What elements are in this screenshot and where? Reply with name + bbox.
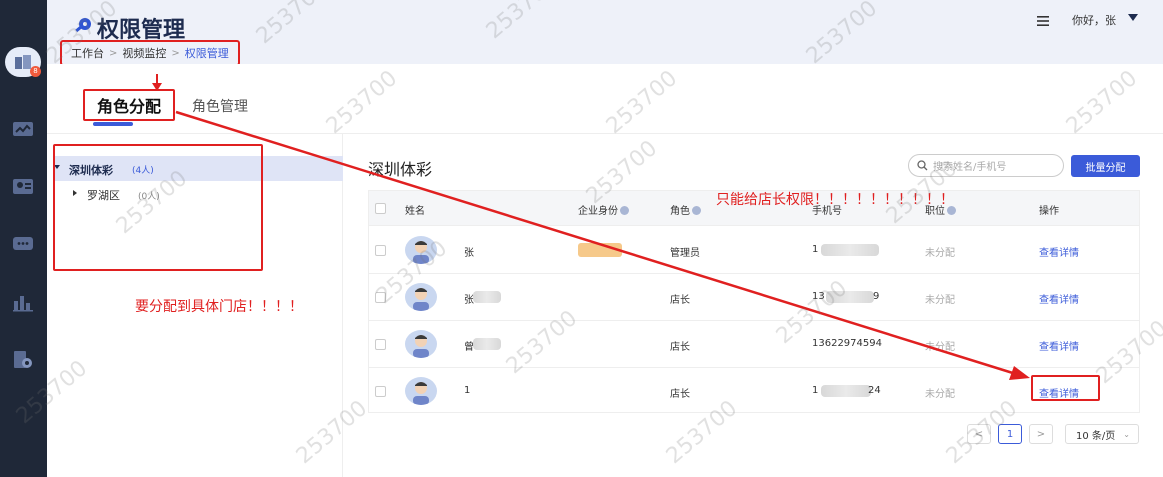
breadcrumb-item-current: 权限管理 [184,47,229,60]
menu-icon[interactable] [1037,12,1049,31]
breadcrumb: 工作台 > 视频监控 > 权限管理 [60,40,240,66]
info-icon[interactable] [692,206,701,215]
page-size-select[interactable]: 10 条/页 ⌄ [1065,424,1139,444]
page-number-current[interactable]: 1 [998,424,1022,444]
redacted-phone [826,291,874,303]
identity-tag [578,243,622,257]
search-placeholder: 搜索姓名/手机号 [933,162,1007,173]
row-checkbox[interactable] [375,245,386,256]
member-table: 姓名 企业身份 角色 手机号 职位 操作 张 管理员 1 未分配 查看详情 张 … [368,190,1140,413]
select-all-checkbox[interactable] [375,203,386,214]
chevron-down-icon: ⌄ [1123,430,1130,439]
member-position: 未分配 [925,248,955,259]
avatar [405,377,437,405]
member-phone: 13 [812,291,825,302]
breadcrumb-item-video[interactable]: 视频监控 [122,45,166,61]
row-checkbox[interactable] [375,386,386,397]
sidebar-item-statistics[interactable] [10,292,36,314]
page-size-value: 10 条/页 [1076,430,1116,442]
annotation-box-tree [53,144,263,271]
breadcrumb-separator: > [171,47,180,59]
home-icon [15,55,31,69]
avatar [405,330,437,358]
info-icon[interactable] [620,206,629,215]
sidebar-item-members[interactable] [10,176,36,198]
notification-badge: 8 [30,66,41,77]
user-greeting[interactable]: 你好，张 [1072,12,1116,28]
member-role: 店长 [670,389,690,400]
member-position: 未分配 [925,389,955,400]
member-phone-suffix: 24 [868,385,881,396]
annotation-store-manager: 只能给店长权限！！！！！！！！！！ [716,192,954,208]
row-checkbox[interactable] [375,292,386,303]
tab-role-manage[interactable]: 角色管理 [192,96,248,116]
annotation-arrow-down-icon [152,74,162,91]
table-row: 张 管理员 1 未分配 查看详情 [369,227,1139,274]
key-icon [72,16,94,42]
annotation-box-details [1031,375,1100,401]
avatar [405,236,437,264]
annotation-store: 要分配到具体门店！！！！ [135,299,303,315]
table-row: 1 店长 1 24 未分配 查看详情 [369,368,1139,415]
member-phone-suffix: 9 [873,291,880,302]
view-details-link[interactable]: 查看详情 [1039,244,1079,259]
sidebar-item-settings[interactable] [10,349,36,371]
caret-down-icon[interactable] [1128,14,1138,21]
redacted-name [473,338,501,350]
row-checkbox[interactable] [375,339,386,350]
settings-file-icon [14,351,32,368]
column-header-action: 操作 [1039,206,1059,217]
redacted-phone [821,244,879,256]
avatar [405,283,437,311]
id-card-icon [13,179,33,194]
next-page-button[interactable]: > [1029,424,1053,444]
member-role: 店长 [670,295,690,306]
column-header-name: 姓名 [405,206,425,217]
redacted-phone [821,385,871,397]
member-phone: 1 [812,385,819,396]
tab-role-assign[interactable]: 角色分配 [83,89,175,121]
table-row: 张 店长 13 9 未分配 查看详情 [369,274,1139,321]
column-header-role: 角色 [670,202,701,217]
member-phone: 13622974594 [812,338,882,349]
batch-assign-button[interactable]: 批量分配 [1071,155,1140,177]
sidebar-item-monitor[interactable] [10,119,36,141]
member-position: 未分配 [925,342,955,353]
search-icon [917,160,928,174]
sidebar-item-messages[interactable] [10,234,36,256]
bar-chart-icon [13,296,33,312]
prev-page-button[interactable]: < [967,424,991,444]
member-phone: 1 [812,244,819,255]
search-input[interactable]: 搜索姓名/手机号 [908,154,1064,177]
active-tab-indicator [93,122,133,126]
message-icon [13,237,33,250]
redacted-name [473,291,501,303]
view-details-link[interactable]: 查看详情 [1039,291,1079,306]
breadcrumb-separator: > [109,47,118,59]
member-position: 未分配 [925,295,955,306]
member-role: 店长 [670,342,690,353]
member-name: 1 [464,385,471,396]
breadcrumb-item-workbench[interactable]: 工作台 [71,45,104,61]
member-name: 张 [464,248,474,259]
column-header-identity: 企业身份 [578,202,629,217]
member-role: 管理员 [670,248,700,259]
table-row: 曾 店长 13622974594 未分配 查看详情 [369,321,1139,368]
section-title: 深圳体彩 [368,160,433,179]
view-details-link[interactable]: 查看详情 [1039,338,1079,353]
chart-monitor-icon [13,122,33,136]
